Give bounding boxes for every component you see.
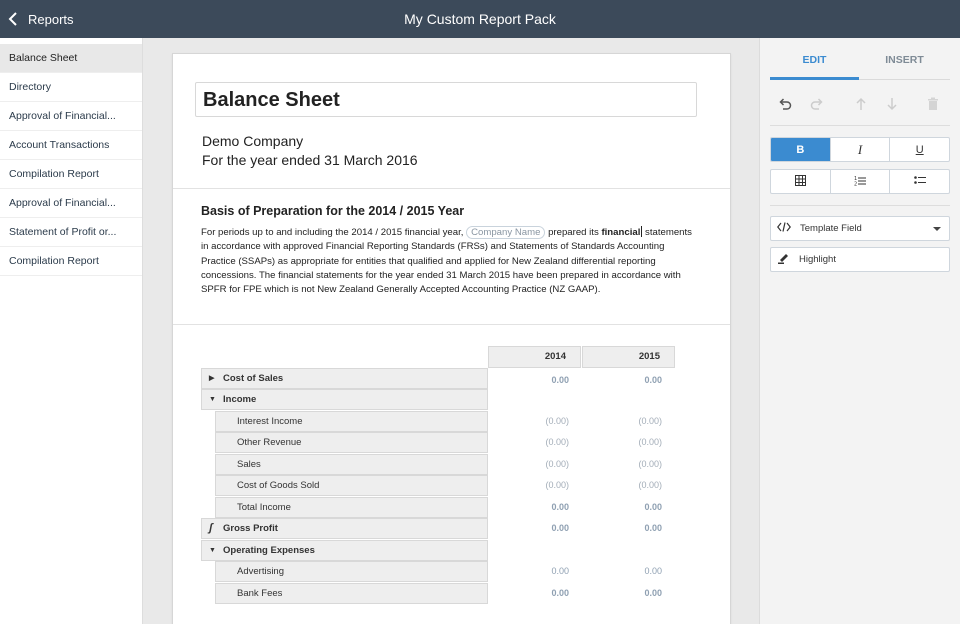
- table-icon: [794, 174, 806, 189]
- sidebar-item-approval-of-financial-2[interactable]: Approval of Financial...: [0, 189, 142, 218]
- move-up-icon[interactable]: [852, 95, 870, 113]
- value-2015: 0.00: [644, 588, 662, 598]
- table-row[interactable]: Sales: [215, 454, 488, 475]
- row-label: Gross Profit: [223, 523, 278, 534]
- redo-icon[interactable]: [808, 95, 826, 113]
- sidebar-item-compilation-report[interactable]: Compilation Report: [0, 160, 142, 189]
- text-cursor: [641, 226, 643, 237]
- tab-insert[interactable]: INSERT: [859, 48, 950, 80]
- value-2015: (0.00): [638, 416, 662, 426]
- value-2014: 0.00: [551, 502, 569, 512]
- highlight-label: Highlight: [799, 254, 836, 265]
- row-label: Cost of Goods Sold: [237, 480, 320, 491]
- undo-icon[interactable]: [776, 95, 794, 113]
- table-row[interactable]: Cost of Goods Sold: [215, 475, 488, 496]
- row-label: Other Revenue: [237, 437, 302, 448]
- bullet-list-icon: [913, 175, 926, 188]
- tab-edit[interactable]: EDIT: [770, 48, 859, 80]
- page-title: My Custom Report Pack: [404, 11, 556, 27]
- section-title: Basis of Preparation for the 2014 / 2015…: [201, 204, 465, 218]
- table-row[interactable]: Interest Income: [215, 411, 488, 432]
- table-row[interactable]: Total Income: [215, 497, 488, 518]
- basis-paragraph[interactable]: For periods up to and including the 2014…: [201, 226, 701, 297]
- company-name: Demo Company: [202, 133, 304, 149]
- divider: [770, 205, 950, 206]
- italic-button[interactable]: I: [831, 138, 891, 161]
- row-label: Income: [223, 394, 257, 405]
- value-2014: 0.00: [551, 375, 569, 385]
- row-label: Interest Income: [237, 416, 303, 427]
- code-icon: [777, 222, 791, 235]
- value-2015: 0.00: [644, 502, 662, 512]
- value-2015: (0.00): [638, 459, 662, 469]
- svg-text:2: 2: [854, 181, 857, 186]
- value-2015: (0.00): [638, 480, 662, 490]
- top-bar: Reports My Custom Report Pack: [0, 0, 960, 38]
- sidebar-item-balance-sheet[interactable]: Balance Sheet: [0, 44, 142, 73]
- bold-button[interactable]: B: [771, 138, 831, 161]
- report-period: For the year ended 31 March 2016: [202, 152, 418, 168]
- formula-icon: ʃ: [209, 522, 213, 534]
- value-2015: 0.00: [644, 566, 662, 576]
- collapse-down-icon[interactable]: ▼: [209, 390, 216, 409]
- report-title-input[interactable]: Balance Sheet: [195, 82, 697, 117]
- para-bold-text: financial: [601, 227, 641, 238]
- divider: [770, 125, 950, 126]
- column-header-2015: 2015: [582, 346, 675, 368]
- report-sidebar: Balance Sheet Directory Approval of Fina…: [0, 38, 143, 624]
- value-2014: 0.00: [551, 523, 569, 533]
- table-row-cost-of-sales[interactable]: ▶ Cost of Sales: [201, 368, 488, 389]
- value-2014: (0.00): [545, 437, 569, 447]
- numbered-list-button[interactable]: 12: [831, 170, 891, 193]
- row-label: Operating Expenses: [223, 545, 315, 556]
- sidebar-item-compilation-report-2[interactable]: Compilation Report: [0, 247, 142, 276]
- template-field-label: Template Field: [800, 223, 862, 234]
- para-text: For periods up to and including the 2014…: [201, 227, 464, 238]
- table-button[interactable]: [771, 170, 831, 193]
- table-row[interactable]: Bank Fees: [215, 583, 488, 604]
- value-2014: 0.00: [551, 588, 569, 598]
- row-label: Total Income: [237, 502, 291, 513]
- value-2015: 0.00: [644, 375, 662, 385]
- row-label: Bank Fees: [237, 588, 283, 599]
- value-2014: (0.00): [545, 459, 569, 469]
- template-field-dropdown[interactable]: Template Field: [770, 216, 950, 241]
- highlighter-icon: [777, 252, 790, 267]
- highlight-button[interactable]: Highlight: [770, 247, 950, 272]
- divider: [173, 324, 730, 325]
- sidebar-item-approval-of-financial[interactable]: Approval of Financial...: [0, 102, 142, 131]
- trash-icon[interactable]: [924, 95, 942, 113]
- column-header-2014: 2014: [488, 346, 581, 368]
- para-text: prepared its: [548, 227, 599, 238]
- text-format-group: B I U: [770, 137, 950, 162]
- divider: [173, 188, 730, 189]
- expand-right-icon[interactable]: ▶: [209, 369, 214, 388]
- row-label: Advertising: [237, 566, 284, 577]
- value-2014: 0.00: [551, 566, 569, 576]
- value-2014: (0.00): [545, 480, 569, 490]
- report-document: Balance Sheet Demo Company For the year …: [172, 53, 731, 624]
- underline-button[interactable]: U: [890, 138, 949, 161]
- row-label: Sales: [237, 459, 261, 470]
- collapse-down-icon[interactable]: ▼: [209, 541, 216, 560]
- numbered-list-icon: 12: [854, 175, 866, 189]
- sidebar-item-directory[interactable]: Directory: [0, 73, 142, 102]
- move-down-icon[interactable]: [883, 95, 901, 113]
- bullet-list-button[interactable]: [890, 170, 949, 193]
- table-row[interactable]: Advertising: [215, 561, 488, 582]
- value-2015: (0.00): [638, 437, 662, 447]
- edit-panel: EDIT INSERT B I U 12 Template Field High…: [759, 38, 960, 624]
- table-row-gross-profit[interactable]: ʃ Gross Profit: [201, 518, 488, 539]
- value-2014: (0.00): [545, 416, 569, 426]
- value-2015: 0.00: [644, 523, 662, 533]
- table-row[interactable]: Other Revenue: [215, 432, 488, 453]
- chevron-down-icon: [933, 227, 941, 231]
- sidebar-item-account-transactions[interactable]: Account Transactions: [0, 131, 142, 160]
- sidebar-item-statement-of-profit[interactable]: Statement of Profit or...: [0, 218, 142, 247]
- row-label: Cost of Sales: [223, 373, 284, 384]
- company-name-field[interactable]: Company Name: [466, 226, 546, 239]
- table-row-operating-expenses[interactable]: ▼ Operating Expenses: [201, 540, 488, 561]
- table-row-income[interactable]: ▼ Income: [201, 389, 488, 410]
- insert-format-group: 12: [770, 169, 950, 194]
